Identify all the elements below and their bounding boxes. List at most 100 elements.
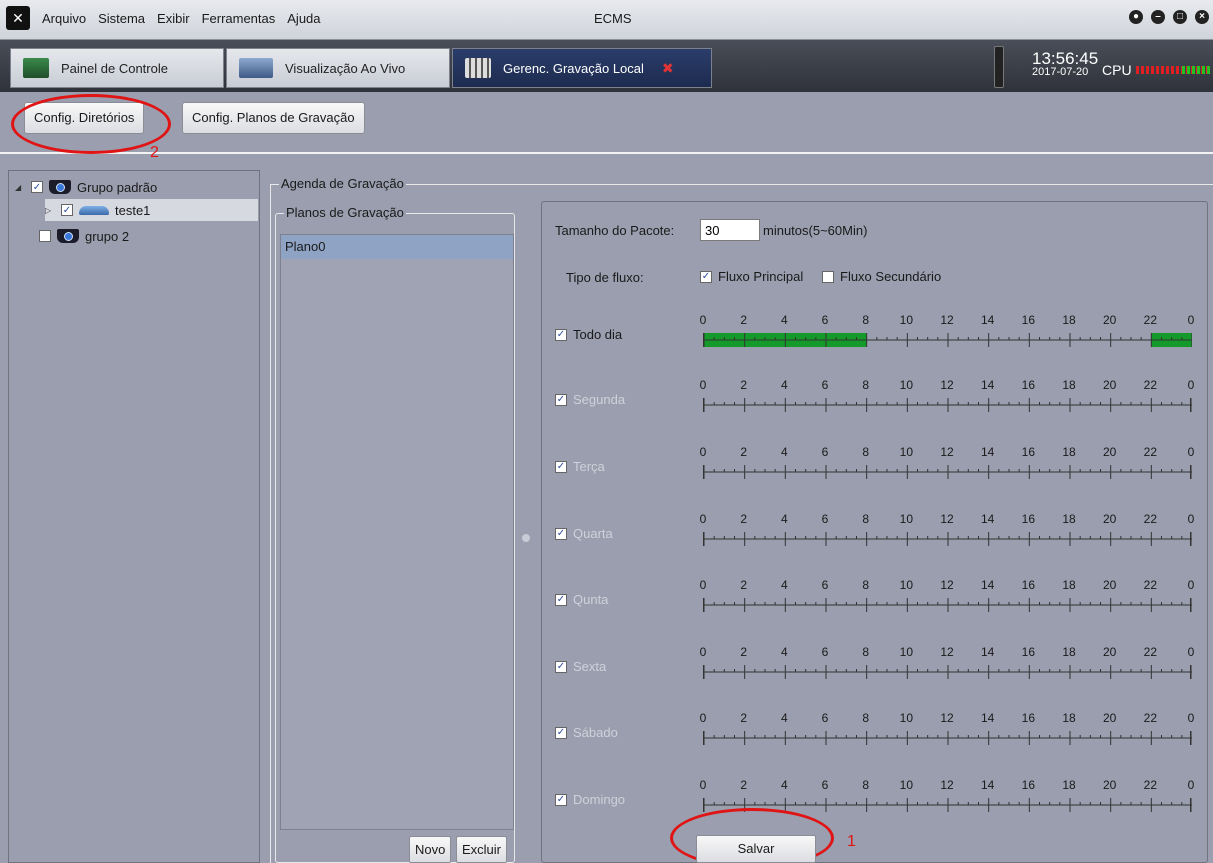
hour-tick-label: 4 xyxy=(780,578,788,592)
tree-item-label: Grupo padrão xyxy=(77,179,158,195)
time-track[interactable] xyxy=(703,598,1192,612)
app-title: ECMS xyxy=(594,11,632,26)
splitter-handle[interactable] xyxy=(522,534,530,542)
expand-icon[interactable]: ▷ xyxy=(45,206,55,215)
hour-tick-label: 16 xyxy=(1021,645,1036,659)
day-row: ✓ Sexta 0 2 4 6 8 10 12 14 16 18 20 22 0 xyxy=(555,645,1195,695)
collapse-icon[interactable]: ◢ xyxy=(15,183,25,192)
tab-visualizacao-ao-vivo[interactable]: Visualização Ao Vivo xyxy=(226,48,450,88)
checkbox[interactable]: ✓ xyxy=(555,660,567,673)
menu-ferramentas[interactable]: Ferramentas xyxy=(202,11,276,26)
plan-item[interactable]: Plano0 xyxy=(281,235,513,259)
hour-tick-label: 16 xyxy=(1021,445,1036,459)
flow-main-option[interactable]: ✓ Fluxo Principal xyxy=(700,269,803,284)
new-plan-button[interactable]: Novo xyxy=(409,836,452,863)
hour-tick-label: 4 xyxy=(780,313,788,327)
time-track[interactable] xyxy=(703,465,1192,479)
day-checkbox[interactable]: ✓ Domingo xyxy=(555,792,625,807)
dvr-device-icon xyxy=(79,205,109,215)
tab-painel-de-controle[interactable]: Painel de Controle xyxy=(10,48,224,88)
time-track[interactable] xyxy=(703,532,1192,546)
day-checkbox[interactable]: ✓ Quarta xyxy=(555,526,613,541)
checkbox[interactable]: ✓ xyxy=(555,460,567,473)
hour-tick-label: 14 xyxy=(980,313,995,327)
day-checkbox[interactable]: ✓ Sábado xyxy=(555,725,618,740)
track-ticks xyxy=(704,398,1192,412)
hour-tick-label: 0 xyxy=(1187,645,1195,659)
hour-tick-label: 16 xyxy=(1021,512,1036,526)
title-bar: ✕ Arquivo Sistema Exibir Ferramentas Aju… xyxy=(0,0,1213,40)
hour-tick-label: 0 xyxy=(699,578,707,592)
hour-tick-label: 8 xyxy=(862,313,869,327)
config-planos-button[interactable]: Config. Planos de Gravação xyxy=(182,102,365,134)
hour-tick-label: 0 xyxy=(1187,378,1195,392)
pack-size-unit: minutos(5~60Min) xyxy=(763,223,868,238)
checkbox[interactable]: ✓ xyxy=(555,393,567,406)
time-track[interactable] xyxy=(703,333,1192,347)
hour-tick-label: 2 xyxy=(740,512,747,526)
checkbox[interactable]: ✓ xyxy=(700,270,712,283)
day-row: ✓ Qunta 0 2 4 6 8 10 12 14 16 18 20 22 0 xyxy=(555,578,1195,628)
track-ticks xyxy=(704,731,1192,745)
day-checkbox[interactable]: ✓ Qunta xyxy=(555,592,608,607)
checkbox[interactable]: ✓ xyxy=(555,328,567,341)
checkbox[interactable]: ✓ xyxy=(555,726,567,739)
day-checkbox[interactable]: ✓ Segunda xyxy=(555,392,625,407)
pack-size-input[interactable] xyxy=(700,219,760,241)
hour-tick-label: 8 xyxy=(862,711,869,725)
checkbox[interactable]: ✓ xyxy=(31,181,43,193)
hour-tick-label: 0 xyxy=(699,378,707,392)
checkbox[interactable] xyxy=(822,270,834,283)
tree-item-grupo-padrao[interactable]: ◢ ✓ Grupo padrão xyxy=(15,176,157,198)
time-track[interactable] xyxy=(703,731,1192,745)
tab-scroll-handle[interactable] xyxy=(994,46,1004,88)
maximize-icon[interactable]: □ xyxy=(1173,10,1187,24)
hour-tick-label: 4 xyxy=(780,645,788,659)
delete-plan-button[interactable]: Excluir xyxy=(456,836,508,863)
close-icon[interactable]: × xyxy=(1195,10,1209,24)
window-controls: ● – □ × xyxy=(1129,10,1209,24)
tree-item-teste1[interactable]: ▷ ✓ teste1 xyxy=(45,199,150,221)
day-checkbox[interactable]: ✓ Sexta xyxy=(555,659,606,674)
hour-tick-label: 20 xyxy=(1102,445,1117,459)
menu-sistema[interactable]: Sistema xyxy=(98,11,145,26)
day-row: ✓ Segunda 0 2 4 6 8 10 12 14 16 18 20 22 0 xyxy=(555,378,1195,428)
tab-close-icon[interactable]: ✖ xyxy=(662,60,674,77)
hour-tick-label: 0 xyxy=(699,711,707,725)
lock-icon[interactable]: ● xyxy=(1129,10,1143,24)
hour-tick-label: 16 xyxy=(1021,778,1036,792)
checkbox[interactable]: ✓ xyxy=(61,204,73,216)
menu-arquivo[interactable]: Arquivo xyxy=(42,11,86,26)
clock-time: 13:56:45 xyxy=(1032,49,1099,68)
hour-tick-label: 16 xyxy=(1021,313,1036,327)
checkbox[interactable]: ✓ xyxy=(555,593,567,606)
checkbox[interactable] xyxy=(39,230,51,242)
tree-item-grupo-2[interactable]: grupo 2 xyxy=(39,225,129,247)
hour-tick-label: 20 xyxy=(1102,711,1117,725)
day-row: ✓ Sábado 0 2 4 6 8 10 12 14 16 18 20 22 0 xyxy=(555,711,1195,761)
hour-tick-label: 22 xyxy=(1143,578,1158,592)
menu-exibir[interactable]: Exibir xyxy=(157,11,190,26)
menu-ajuda[interactable]: Ajuda xyxy=(287,11,320,26)
time-track[interactable] xyxy=(703,398,1192,412)
flow-secondary-option[interactable]: Fluxo Secundário xyxy=(822,269,941,284)
hour-tick-label: 16 xyxy=(1021,378,1036,392)
checkbox[interactable]: ✓ xyxy=(555,527,567,540)
time-track[interactable] xyxy=(703,665,1192,679)
hour-tick-label: 18 xyxy=(1062,445,1076,459)
hour-tick-label: 2 xyxy=(740,711,747,725)
hour-tick-label: 12 xyxy=(940,778,954,792)
hour-tick-label: 12 xyxy=(940,445,954,459)
day-checkbox[interactable]: ✓ Todo dia xyxy=(555,327,622,342)
plans-list: Plano0 xyxy=(280,234,514,830)
tab-gerenc-gravacao-local[interactable]: Gerenc. Gravação Local ✖ xyxy=(452,48,712,88)
checkbox[interactable]: ✓ xyxy=(555,793,567,806)
hour-tick-label: 0 xyxy=(699,445,707,459)
day-checkbox[interactable]: ✓ Terça xyxy=(555,459,605,474)
tab-label: Visualização Ao Vivo xyxy=(285,60,406,76)
camera-icon xyxy=(49,180,71,194)
hour-tick-label: 14 xyxy=(980,378,995,392)
minimize-icon[interactable]: – xyxy=(1151,10,1165,24)
hour-tick-label: 22 xyxy=(1143,711,1158,725)
save-button[interactable]: Salvar xyxy=(696,835,816,863)
